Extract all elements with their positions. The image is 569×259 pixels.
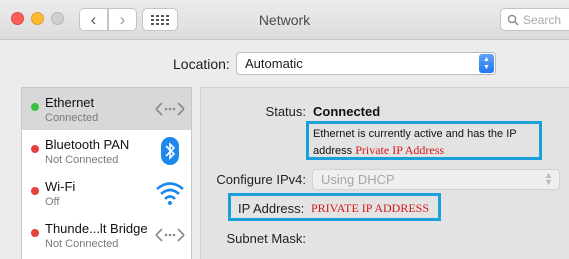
location-label: Location: [173, 56, 230, 72]
status-dot-green [31, 103, 39, 111]
service-name: Bluetooth PAN [45, 137, 130, 152]
title-bar: ‹ › Network Search [0, 0, 569, 40]
configure-ipv4-select[interactable]: Using DHCP ▲ ▼ [312, 169, 560, 190]
status-value: Connected [313, 104, 381, 119]
search-placeholder: Search [523, 13, 562, 27]
ip-address-value: PRIVATE IP ADDRESS [311, 201, 430, 215]
service-item-wifi[interactable]: Wi-Fi Off [22, 172, 191, 214]
wifi-icon [156, 182, 184, 205]
private-ip-annotation: Private IP Address [355, 143, 445, 157]
status-description-address: address [313, 145, 353, 157]
service-name: Ethernet [45, 95, 95, 110]
service-status: Off [45, 196, 60, 208]
service-item-thunderbolt-bridge[interactable]: Thunde...lt Bridge Not Connected [22, 214, 191, 256]
ethernet-arrows-icon [155, 102, 185, 116]
window-title: Network [258, 12, 311, 28]
service-item-bluetooth-pan[interactable]: Bluetooth PAN Not Connected [22, 130, 191, 172]
status-dot-red [31, 145, 39, 153]
service-name: Wi-Fi [45, 179, 76, 194]
stepper-arrows-icon: ▲ ▼ [479, 54, 494, 73]
service-status: Not Connected [45, 238, 119, 250]
configure-ipv4-label: Configure IPv4: [216, 172, 306, 187]
service-name: Thunde...lt Bridge [45, 221, 148, 236]
ip-address-label: IP Address: [238, 201, 305, 216]
location-value: Automatic [245, 56, 303, 71]
configure-ipv4-value: Using DHCP [321, 172, 395, 187]
status-label: Status: [265, 104, 306, 119]
service-item-ethernet[interactable]: Ethernet Connected [22, 88, 191, 130]
service-list: Ethernet Connected Bluetooth PAN Not Con… [21, 87, 192, 259]
location-select[interactable]: Automatic ▲ ▼ [236, 52, 496, 75]
subnet-mask-label: Subnet Mask: [226, 231, 307, 246]
status-dot-red [31, 187, 39, 195]
status-description-highlight: Ethernet is currently active and has the… [306, 121, 542, 160]
bluetooth-icon [161, 137, 179, 165]
service-status: Connected [45, 112, 99, 124]
status-description-line2: address Private IP Address [313, 142, 539, 159]
service-status: Not Connected [45, 154, 119, 166]
search-field[interactable]: Search [500, 8, 569, 31]
thunderbolt-arrows-icon [155, 228, 185, 242]
status-description-line1: Ethernet is currently active and has the… [313, 128, 517, 140]
search-icon [507, 14, 519, 26]
status-dot-red [31, 229, 39, 237]
stepper-arrows-icon: ▲ ▼ [544, 170, 553, 187]
